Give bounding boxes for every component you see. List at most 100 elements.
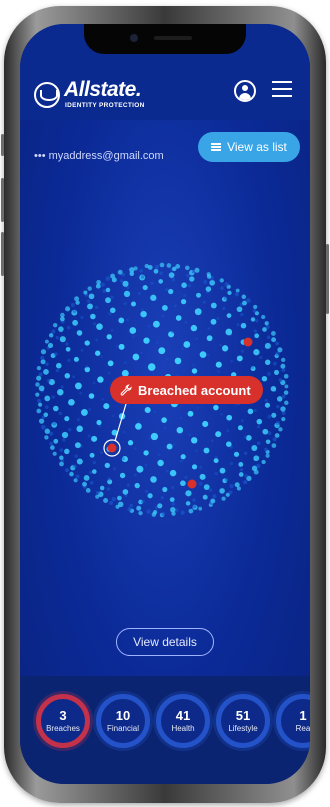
sphere-dot — [219, 467, 226, 474]
view-details-button[interactable]: View details — [116, 628, 214, 656]
sphere-dot — [185, 265, 190, 271]
sphere-dot — [140, 310, 147, 318]
sphere-dot — [191, 464, 198, 470]
sphere-dot — [127, 404, 130, 407]
breach-sphere-visualization[interactable] — [20, 242, 310, 582]
sphere-dot — [87, 434, 91, 438]
breached-account-tooltip[interactable]: Breached account — [110, 376, 263, 404]
sphere-dot — [88, 408, 92, 411]
sphere-dot — [244, 474, 248, 478]
sphere-dot — [126, 318, 129, 322]
sphere-dot — [236, 323, 240, 327]
sphere-dot — [44, 339, 49, 344]
sphere-dot — [84, 340, 90, 346]
sphere-dot — [230, 359, 233, 363]
sphere-dot — [264, 398, 268, 403]
sphere-dot — [142, 285, 148, 291]
sphere-dot — [184, 475, 188, 479]
sphere-dot — [93, 322, 97, 326]
sphere-dot — [36, 408, 42, 414]
sphere-dot — [256, 441, 261, 446]
sphere-dot — [82, 481, 87, 487]
sphere-dot — [52, 421, 57, 426]
sphere-dot — [166, 443, 173, 450]
sphere-dot — [264, 447, 268, 452]
sphere-dot — [222, 306, 226, 311]
sphere-dot — [203, 279, 208, 284]
sphere-dot — [265, 453, 270, 458]
sphere-dot — [76, 330, 83, 336]
sphere-dot — [107, 371, 111, 375]
brand-logo-text: Allstate. — [64, 78, 142, 101]
sphere-dot — [110, 295, 114, 300]
sphere-dot — [64, 416, 70, 422]
sphere-dot — [170, 506, 176, 513]
sphere-dot — [92, 381, 96, 385]
sphere-dot — [226, 429, 230, 433]
sphere-dot — [94, 305, 99, 310]
sphere-dot — [103, 498, 109, 503]
view-as-list-button[interactable]: View as list — [198, 132, 300, 162]
hamburger-menu-icon[interactable] — [272, 80, 292, 98]
sphere-dot — [236, 306, 243, 313]
stat-label: Health — [171, 723, 195, 733]
sphere-dot — [247, 408, 254, 415]
sphere-dot — [276, 396, 283, 402]
sphere-dot — [196, 292, 201, 298]
sphere-dot — [66, 325, 71, 330]
sphere-dot — [171, 501, 176, 506]
sphere-dot — [141, 499, 145, 504]
sphere-dot — [129, 327, 137, 334]
sphere-dot — [45, 362, 49, 366]
sphere-dot — [89, 480, 94, 485]
sphere-dot — [270, 386, 277, 392]
sphere-dot — [233, 451, 240, 457]
sphere-dot — [180, 480, 186, 487]
breached-account-dot[interactable] — [187, 479, 197, 489]
profile-icon[interactable] — [234, 80, 256, 102]
sphere-dot — [262, 428, 269, 435]
sphere-dot — [277, 347, 283, 353]
sphere-dot — [281, 368, 286, 372]
sphere-dot — [45, 405, 49, 409]
sphere-dot — [147, 493, 153, 499]
stat-financial[interactable]: 10 Financial — [96, 694, 150, 748]
stat-health[interactable]: 41 Health — [156, 694, 210, 748]
sphere-dot — [43, 412, 49, 418]
account-email[interactable]: ••• myaddress@gmail.com — [34, 150, 164, 162]
sphere-dot — [123, 290, 131, 298]
sphere-dot — [213, 458, 219, 464]
sphere-dot — [139, 268, 144, 273]
breached-account-dot[interactable] — [107, 443, 117, 453]
sphere-dot — [122, 430, 126, 434]
stat-breaches[interactable]: 3 Breaches — [36, 694, 90, 748]
sphere-dot — [199, 481, 203, 486]
sphere-dot — [44, 395, 51, 402]
sphere-dot — [253, 409, 257, 412]
sphere-dot — [53, 438, 59, 444]
sphere-dot — [106, 487, 111, 491]
sphere-dot — [213, 404, 219, 411]
sphere-dot — [105, 276, 111, 281]
sphere-dot — [199, 465, 203, 469]
sphere-dot — [181, 347, 184, 351]
sphere-dot — [59, 336, 66, 343]
sphere-dot — [188, 284, 192, 288]
sphere-dot — [225, 328, 233, 336]
sphere-dot — [153, 268, 159, 274]
sphere-dot — [150, 432, 159, 441]
sphere-dot — [143, 337, 150, 344]
sphere-dot — [172, 443, 176, 446]
sphere-dot — [72, 309, 77, 313]
sphere-dot — [73, 356, 79, 362]
sphere-dot — [105, 297, 111, 304]
sphere-dot — [161, 417, 167, 423]
menu-line — [272, 88, 292, 90]
profile-head — [242, 85, 248, 91]
sphere-dot — [51, 329, 56, 334]
stat-lifestyle[interactable]: 51 Lifestyle — [216, 694, 270, 748]
breached-account-dot[interactable] — [243, 337, 253, 347]
sphere-dot — [221, 345, 229, 352]
sphere-dot — [126, 483, 130, 487]
sphere-dot — [122, 489, 129, 495]
